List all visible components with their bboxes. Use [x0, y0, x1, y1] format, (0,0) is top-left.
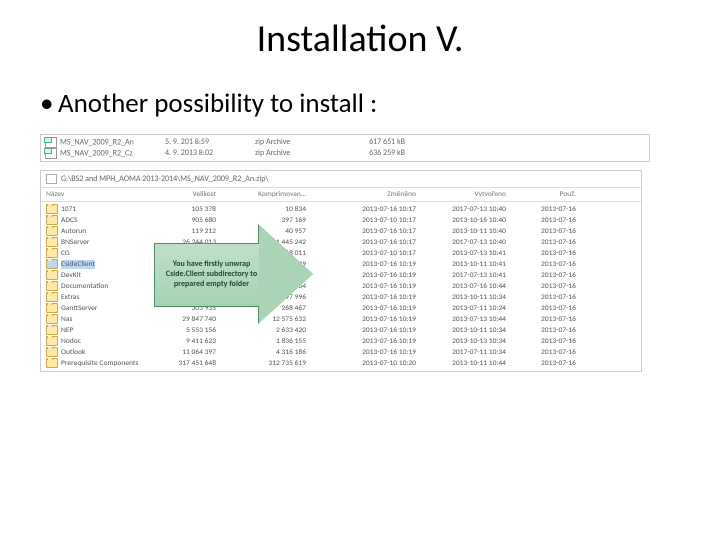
- zip-file-icon: [45, 148, 57, 159]
- archive-header: G:\BS2 and MPH_AOMA 2013-2014\MS_NAV_200…: [41, 171, 641, 188]
- archive-row: GanttServer303 935268 4672013-07-16 10:1…: [46, 303, 636, 314]
- folder-icon: [46, 358, 58, 368]
- archive-icon: [46, 174, 57, 184]
- top-file-row: MS_NAV_2009_R2_An5. 9. 201 8:59zip Archi…: [45, 137, 645, 148]
- archive-row: 1071105 37810 8342013-07-16 10:172017-07…: [46, 204, 636, 215]
- folder-icon: [46, 237, 58, 247]
- archive-table: 1071105 37810 8342013-07-16 10:172017-07…: [41, 202, 641, 371]
- folder-icon: [46, 226, 58, 236]
- top-file-row: MS_NAV_2009_R2_Cz4. 9. 2013 8:02zip Arch…: [45, 148, 645, 159]
- folder-icon: [46, 270, 58, 280]
- bullet-dot: •: [40, 87, 58, 120]
- folder-icon: [46, 281, 58, 291]
- archive-row: Documentation21 614 63921 502 9642013-07…: [46, 281, 636, 292]
- folder-icon: [46, 325, 58, 335]
- col-modified: Změněno: [306, 190, 416, 199]
- folder-icon: [46, 347, 58, 357]
- archive-row: NEP5 553 1562 633 4202013-07-16 10:19201…: [46, 325, 636, 336]
- archive-row: CG30 826 1747 168 0112013-07-10 10:17201…: [46, 248, 636, 259]
- archive-row: CsideClient186 114 348153 275 1292013-07…: [46, 259, 636, 270]
- bullet-line: •Another possibility to install :: [40, 87, 680, 120]
- archive-row: Nas29 847 74012 575 6322013-07-16 10:192…: [46, 314, 636, 325]
- zip-file-icon: [45, 137, 57, 148]
- folder-icon: [46, 336, 58, 346]
- archive-path: G:\BS2 and MPH_AOMA 2013-2014\MS_NAV_200…: [61, 174, 268, 184]
- archive-row: Autorun119 21240 9572013-07-16 10:172013…: [46, 226, 636, 237]
- archive-row: ADCS905 680397 1692013-07-10 10:172013-1…: [46, 215, 636, 226]
- col-size: Velikost: [156, 190, 216, 199]
- archive-row: Outlook11 064 3974 316 1862013-07-16 10:…: [46, 347, 636, 358]
- archive-pane: G:\BS2 and MPH_AOMA 2013-2014\MS_NAV_200…: [40, 170, 642, 372]
- bullet-text: Another possibility to install :: [58, 87, 377, 120]
- top-file-list: MS_NAV_2009_R2_An5. 9. 201 8:59zip Archi…: [40, 134, 650, 162]
- column-headers: Název Velikost Komprimovan… Změněno Vytv…: [41, 188, 641, 202]
- folder-icon: [46, 292, 58, 302]
- folder-icon: [46, 314, 58, 324]
- archive-row: BNServer26 244 01311 445 2422013-07-16 1…: [46, 237, 636, 248]
- folder-icon: [46, 248, 58, 258]
- col-name: Název: [46, 190, 156, 199]
- col-accessed: Použ.: [506, 190, 576, 199]
- archive-row: Extras5 711 3834 497 9962013-07-16 10:19…: [46, 292, 636, 303]
- slide-title: Installation V.: [40, 16, 680, 62]
- archive-row: DevKit13 919 0153 256 6702013-07-16 10:1…: [46, 270, 636, 281]
- folder-icon: [46, 215, 58, 225]
- col-comp: Komprimovan…: [216, 190, 306, 199]
- archive-row: Prerequisite Components317 451 648312 73…: [46, 358, 636, 369]
- col-created: Vytvořeno: [416, 190, 506, 199]
- folder-icon: [46, 204, 58, 214]
- slide: Installation V. •Another possibility to …: [0, 0, 720, 540]
- folder-icon: [46, 303, 58, 313]
- archive-row: Nodoc9 411 6231 836 1552013-07-16 10:192…: [46, 336, 636, 347]
- folder-icon: [46, 259, 58, 269]
